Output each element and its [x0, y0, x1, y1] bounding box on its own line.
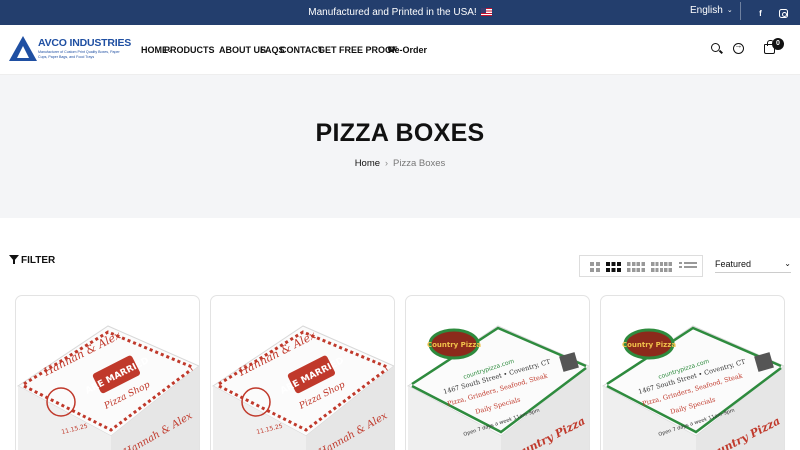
filter-button[interactable]: FILTER [9, 255, 55, 266]
filter-label: FILTER [21, 255, 56, 266]
sort-selected-value: Featured [715, 259, 752, 269]
grid-2-column-icon[interactable] [590, 262, 600, 272]
announcement-text: Manufactured and Printed in the USA! [308, 7, 477, 18]
product-card[interactable]: Hannah & Alex ARE MARRIED Pizza Shop 11.15.… [15, 295, 200, 450]
instagram-icon[interactable] [779, 9, 788, 18]
brand-logo[interactable]: AVCO INDUSTRIES Manufacturer of Custom P… [9, 35, 131, 63]
sort-select[interactable]: Featured ⌄ [715, 256, 791, 273]
filter-icon [9, 255, 19, 264]
nav-reorder-label: Re-Order [388, 45, 428, 55]
grid-3-column-icon[interactable] [606, 262, 621, 272]
pizza-box-image: Hannah & AlexARE MARRIEDPizza Shop11.15.… [17, 325, 199, 450]
announcement-bar: Manufactured and Printed in the USA! Eng… [0, 0, 800, 25]
grid-5-column-icon[interactable] [651, 262, 672, 272]
login-icon[interactable] [733, 41, 744, 54]
chevron-down-icon: ⌄ [726, 7, 733, 14]
box-line: Country Pizza [427, 341, 481, 349]
pizza-box-image: Country Pizzacountrypizza.com1467 South … [407, 325, 589, 450]
breadcrumb-home[interactable]: Home [355, 158, 380, 169]
logo-triangle-inner [17, 46, 29, 58]
list-view-icon[interactable] [679, 262, 697, 272]
language-label: English [690, 5, 723, 16]
topbar-divider [740, 2, 741, 20]
page-title-banner: PIZZA BOXES Home › Pizza Boxes [0, 75, 800, 218]
product-card[interactable]: Hannah & Alex ARE MARRIED Pizza Shop 11.15.… [210, 295, 395, 450]
brand-name: AVCO INDUSTRIES [38, 37, 132, 49]
nav-about[interactable]: ABOUT US [219, 45, 266, 55]
breadcrumb-current: Pizza Boxes [393, 158, 446, 169]
language-selector[interactable]: English ⌄ [690, 0, 733, 22]
pizza-box-image: Hannah & AlexARE MARRIEDPizza Shop11.15.… [212, 325, 394, 450]
box-line: Country Pizza [622, 341, 676, 349]
cart-count-badge: 0 [772, 38, 784, 50]
chevron-right-icon: › [385, 158, 389, 168]
grid-view-switcher [579, 255, 703, 277]
brand-tagline: Manufacturer of Custom Print Quality Box… [38, 50, 120, 59]
search-icon[interactable] [711, 43, 720, 52]
chevron-down-icon: ⌄ [784, 259, 791, 268]
grid-4-column-icon[interactable] [627, 262, 645, 272]
breadcrumb: Home › Pizza Boxes [0, 158, 800, 169]
pizza-box-image: Country Pizzacountrypizza.com1467 South … [602, 325, 784, 450]
facebook-icon[interactable]: f [756, 9, 765, 18]
chevron-down-icon: ⌄ [166, 45, 173, 54]
us-flag-icon [480, 8, 492, 16]
product-card[interactable]: Country Pizza countrypizza.com 1467 South … [405, 295, 590, 450]
page-title: PIZZA BOXES [315, 119, 485, 147]
nav-contact[interactable]: CONTACT [280, 45, 323, 55]
announcement: Manufactured and Printed in the USA! [0, 0, 800, 25]
product-card[interactable]: Country Pizza countrypizza.com 1467 South … [600, 295, 785, 450]
nav-get-free-proof[interactable]: GET FREE PROOF [318, 45, 398, 55]
